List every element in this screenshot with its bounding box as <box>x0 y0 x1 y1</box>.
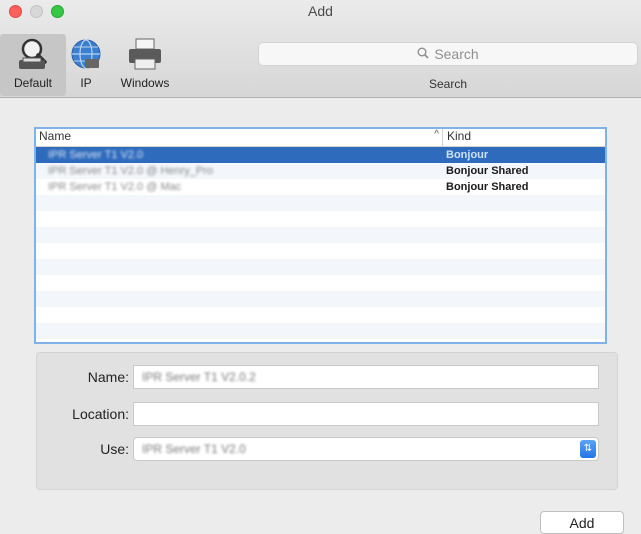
toolbar-default-button[interactable]: Default <box>0 34 66 96</box>
use-select-value: IPR Server T1 V2.0 <box>142 442 246 456</box>
search-area: Search Search <box>258 42 638 91</box>
list-item[interactable]: IPR Server T1 V2.0 @ Mac Bonjour Shared <box>36 179 605 195</box>
sort-ascending-icon: ^ <box>434 129 439 140</box>
empty-row <box>36 307 605 323</box>
printer-details-panel: Name: IPR Server T1 V2.0.2 Location: Use… <box>36 352 618 490</box>
empty-row <box>36 259 605 275</box>
column-header-kind[interactable]: Kind <box>442 129 605 146</box>
list-item-name: IPR Server T1 V2.0 @ Henry_Pro <box>48 165 214 177</box>
location-field[interactable] <box>133 402 599 426</box>
list-header: Name ^ Kind <box>36 129 605 147</box>
printer-list[interactable]: Name ^ Kind IPR Server T1 V2.0 Bonjour IPR… <box>34 127 607 344</box>
list-item[interactable]: IPR Server T1 V2.0 @ Henry_Pro Bonjour Sh… <box>36 163 605 179</box>
title-bar: Add Default IP Windows Search Search <box>0 0 641 98</box>
name-field[interactable]: IPR Server T1 V2.0.2 <box>133 365 599 389</box>
use-label: Use: <box>100 441 129 457</box>
name-field-value: IPR Server T1 V2.0.2 <box>142 370 256 384</box>
empty-row <box>36 195 605 211</box>
list-item-kind: Bonjour Shared <box>446 181 529 193</box>
column-header-name[interactable]: Name ^ <box>36 129 442 146</box>
empty-row <box>36 243 605 259</box>
list-item-kind: Bonjour Shared <box>446 165 529 177</box>
toolbar-windows-label: Windows <box>120 76 170 90</box>
search-icon <box>417 46 429 62</box>
list-item-name: IPR Server T1 V2.0 @ Mac <box>48 181 182 193</box>
empty-row <box>36 323 605 339</box>
name-row: Name: IPR Server T1 V2.0.2 <box>37 365 619 389</box>
empty-row <box>36 227 605 243</box>
list-item[interactable]: IPR Server T1 V2.0 Bonjour <box>36 147 605 163</box>
empty-row <box>36 211 605 227</box>
toolbar-ip-button[interactable]: IP <box>66 34 106 94</box>
toolbar-default-label: Default <box>13 76 53 90</box>
default-printer-icon <box>13 34 53 74</box>
list-item-name: IPR Server T1 V2.0 <box>48 149 144 161</box>
empty-row <box>36 291 605 307</box>
list-rows: IPR Server T1 V2.0 Bonjour IPR Server T1 V… <box>36 147 605 339</box>
window-title: Add <box>308 3 333 19</box>
toolbar-ip-label: IP <box>80 76 92 90</box>
add-button[interactable]: Add <box>540 511 624 534</box>
list-item-kind: Bonjour <box>446 149 489 161</box>
search-label: Search <box>428 77 468 91</box>
location-row: Location: <box>37 402 619 426</box>
printer-icon <box>125 34 165 74</box>
chevron-updown-icon: ⇅ <box>580 440 596 458</box>
name-label: Name: <box>87 369 129 385</box>
search-placeholder: Search <box>434 46 479 62</box>
globe-icon <box>66 34 106 74</box>
empty-row <box>36 275 605 291</box>
toolbar-windows-button[interactable]: Windows <box>112 34 178 94</box>
location-label: Location: <box>72 406 129 422</box>
use-row: Use: IPR Server T1 V2.0 ⇅ <box>37 437 619 461</box>
use-select[interactable]: IPR Server T1 V2.0 ⇅ <box>133 437 599 461</box>
search-input[interactable]: Search <box>258 42 638 66</box>
